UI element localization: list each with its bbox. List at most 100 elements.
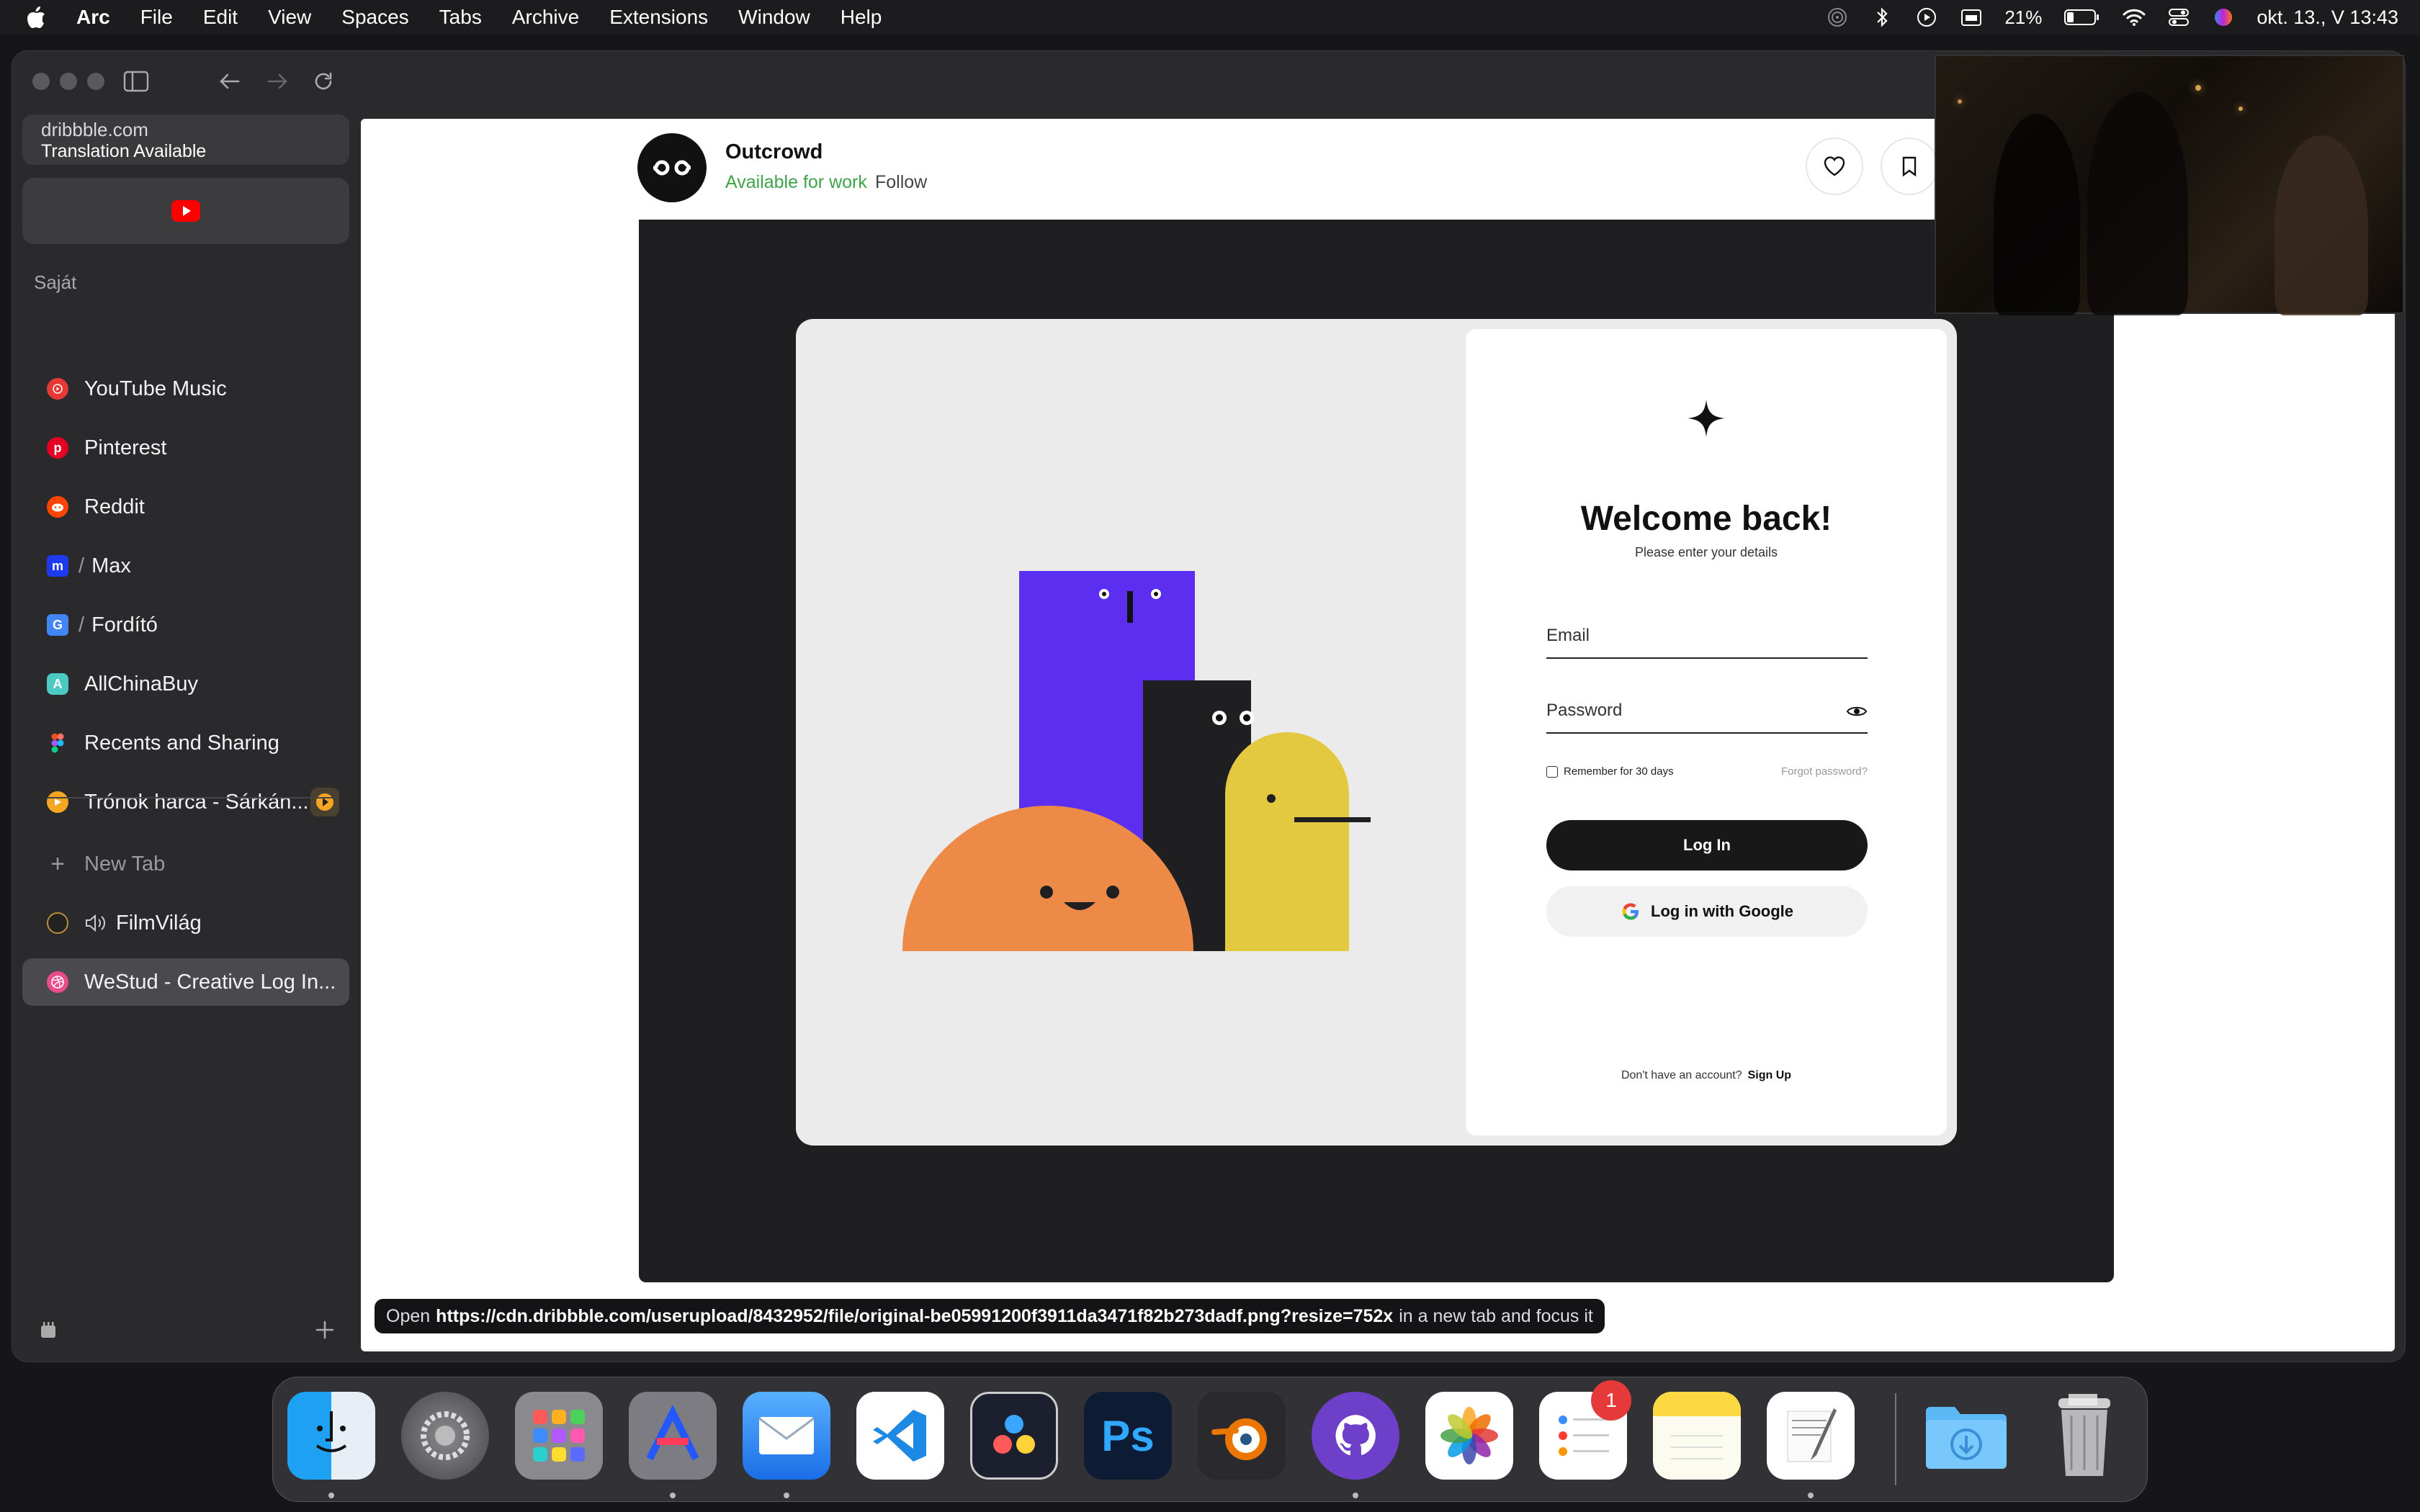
bluetooth-icon[interactable]	[1870, 6, 1894, 29]
menu-extensions[interactable]: Extensions	[609, 6, 708, 29]
dock-github-desktop-icon[interactable]	[1312, 1392, 1399, 1480]
battery-icon[interactable]	[2063, 6, 2101, 29]
google-login-button[interactable]: Log in with Google	[1546, 886, 1868, 937]
email-field[interactable]: Email	[1546, 617, 1868, 659]
allchinabuy-icon: A	[47, 673, 68, 695]
sidebar-item-pinterest[interactable]: p Pinterest	[22, 424, 349, 472]
dock-davinci-resolve-icon[interactable]	[970, 1392, 1058, 1480]
back-arrow-icon[interactable]	[214, 66, 246, 97]
space-label: Saját	[34, 271, 77, 293]
sidebar-item-figma[interactable]: Recents and Sharing	[22, 719, 349, 767]
dock-photos-icon[interactable]	[1425, 1392, 1513, 1480]
dock-launchpad-icon[interactable]	[515, 1392, 603, 1480]
new-tab-button[interactable]: + New Tab	[22, 840, 349, 888]
tab-westud-active[interactable]: WeStud - Creative Log In...	[22, 958, 349, 1006]
like-button[interactable]	[1806, 138, 1863, 195]
url-bar[interactable]: dribbble.com Translation Available	[22, 114, 349, 165]
dock-affinity-icon[interactable]	[629, 1392, 717, 1480]
minimize-window-button[interactable]	[60, 73, 77, 90]
archive-icon[interactable]	[34, 1315, 63, 1344]
password-field[interactable]: Password	[1546, 692, 1868, 734]
checkbox-box[interactable]	[1546, 765, 1558, 778]
youtube-icon	[171, 200, 200, 222]
reload-icon[interactable]	[308, 66, 339, 97]
status-prefix: Open	[386, 1305, 431, 1326]
menu-window[interactable]: Window	[738, 6, 810, 29]
menu-file[interactable]: File	[140, 6, 173, 29]
forgot-password-link[interactable]: Forgot password?	[1781, 765, 1868, 778]
pinterest-icon: p	[47, 437, 68, 459]
apple-menu-icon[interactable]	[26, 6, 55, 29]
eye-icon[interactable]	[1846, 703, 1868, 724]
menu-help[interactable]: Help	[841, 6, 882, 29]
shot-image[interactable]: Welcome back! Please enter your details …	[639, 220, 2114, 1282]
author-avatar[interactable]	[637, 133, 707, 202]
sidebar-item-label: Reddit	[84, 495, 145, 518]
media-playing-icon[interactable]	[310, 788, 339, 816]
login-form: Welcome back! Please enter your details …	[1466, 329, 1947, 1135]
status-suffix: in a new tab and focus it	[1399, 1305, 1593, 1326]
figma-icon	[47, 732, 68, 754]
dock-blender-icon[interactable]	[1198, 1392, 1286, 1480]
availability-status[interactable]: Available for work	[725, 172, 867, 193]
sidebar-item-label: Pinterest	[84, 436, 167, 459]
picture-in-picture-video[interactable]	[1935, 55, 2404, 315]
max-icon: m	[47, 555, 68, 577]
close-window-button[interactable]	[32, 73, 50, 90]
wifi-icon[interactable]	[2123, 6, 2146, 29]
dock-photoshop-icon[interactable]: Ps	[1084, 1392, 1172, 1480]
tab-label: FilmVilág	[116, 911, 202, 935]
siri-icon[interactable]	[2212, 6, 2235, 29]
sidebar-item-reddit[interactable]: Reddit	[22, 483, 349, 531]
control-center-icon[interactable]	[2167, 6, 2190, 29]
dock-finder-icon[interactable]	[287, 1392, 375, 1480]
translation-notice[interactable]: Translation Available	[41, 140, 331, 162]
forward-arrow-icon[interactable]	[261, 66, 293, 97]
pinned-youtube[interactable]	[22, 178, 349, 244]
login-button[interactable]: Log In	[1546, 820, 1868, 870]
google-button-label: Log in with Google	[1651, 902, 1793, 920]
dock-textedit-icon[interactable]	[1767, 1392, 1855, 1480]
dock-vscode-icon[interactable]	[856, 1392, 944, 1480]
menu-spaces[interactable]: Spaces	[341, 6, 408, 29]
menu-archive[interactable]: Archive	[512, 6, 579, 29]
login-card-mockup: Welcome back! Please enter your details …	[796, 319, 1957, 1146]
sidebar-item-trones[interactable]: Trónok harca - Sárkán...	[22, 778, 349, 826]
sidebar-item-translate[interactable]: G / Fordító	[22, 601, 349, 649]
menu-view[interactable]: View	[268, 6, 311, 29]
save-button[interactable]	[1881, 138, 1938, 195]
speaker-icon[interactable]	[84, 914, 107, 932]
clock[interactable]: okt. 13., V 13:43	[2257, 6, 2398, 29]
now-playing-icon[interactable]	[1915, 6, 1938, 29]
plus-icon: +	[50, 850, 65, 878]
dock-notes-icon[interactable]	[1653, 1392, 1741, 1480]
new-tab-label: New Tab	[84, 852, 166, 876]
dock-downloads-icon[interactable]	[1922, 1392, 2010, 1480]
calendar-status-icon[interactable]	[1960, 6, 1983, 29]
toggle-sidebar-icon[interactable]	[120, 66, 152, 97]
dock-system-settings-icon[interactable]	[401, 1392, 489, 1480]
sidebar-divider	[47, 797, 338, 798]
sidebar-item-allchinabuy[interactable]: A AllChinaBuy	[22, 660, 349, 708]
add-space-icon[interactable]	[310, 1315, 339, 1344]
dock-mail-icon[interactable]	[743, 1392, 830, 1480]
battery-percent: 21%	[2004, 6, 2043, 28]
sign-up-link[interactable]: Sign Up	[1748, 1069, 1791, 1081]
remember-checkbox[interactable]: Remember for 30 days	[1546, 765, 1674, 778]
sidebar-item-max[interactable]: m / Max	[22, 542, 349, 590]
translate-icon: G	[47, 614, 68, 636]
dock-trash-icon[interactable]	[2040, 1392, 2128, 1480]
sidebar-item-label: Trónok harca - Sárkán...	[84, 790, 309, 814]
author-name[interactable]: Outcrowd	[725, 140, 823, 164]
follow-button[interactable]: Follow	[875, 172, 927, 193]
menu-edit[interactable]: Edit	[203, 6, 238, 29]
tab-label: WeStud - Creative Log In...	[84, 970, 336, 994]
sidebar-item-youtube-music[interactable]: YouTube Music	[22, 365, 349, 413]
sidebar-item-label: YouTube Music	[84, 377, 227, 400]
menu-app-name[interactable]: Arc	[76, 6, 110, 29]
bookmark-icon	[1902, 156, 1917, 177]
zoom-window-button[interactable]	[87, 73, 104, 90]
menu-tabs[interactable]: Tabs	[439, 6, 482, 29]
airdrop-icon[interactable]	[1826, 6, 1849, 29]
tab-filmvilag[interactable]: FilmVilág	[22, 899, 349, 947]
